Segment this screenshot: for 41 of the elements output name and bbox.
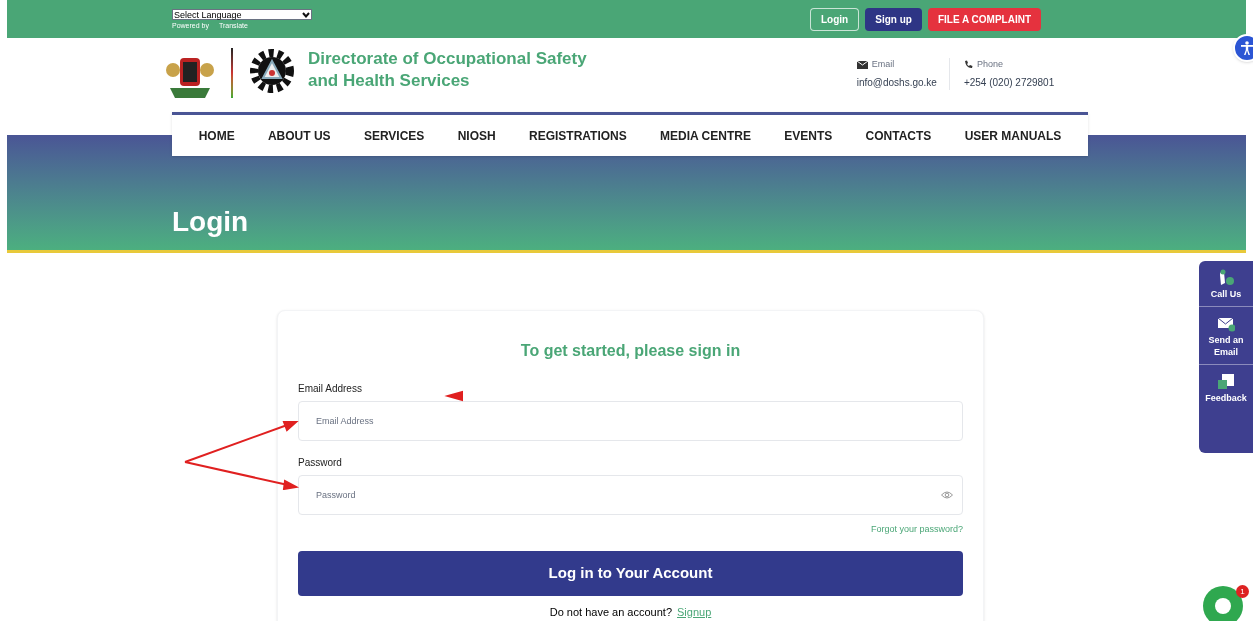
notification-badge: 1 [1236, 585, 1249, 598]
side-panel-item[interactable]: Send an Email [1199, 307, 1253, 365]
envelope-icon [856, 60, 868, 69]
nav-link[interactable]: REGISTRATIONS [529, 126, 627, 145]
phone-icon [963, 60, 973, 70]
field-label: Email Address [298, 382, 363, 396]
signup-button[interactable]: Sign up [865, 7, 922, 31]
side-panel-item[interactable]: Call Us [1199, 261, 1253, 307]
email-label: Email [871, 58, 895, 71]
hand-phone-icon [1217, 269, 1235, 286]
password-field[interactable]: Password [298, 475, 963, 515]
field-label: Password [298, 456, 343, 470]
accessibility-button[interactable] [1233, 34, 1253, 62]
feedback-icon [1217, 373, 1235, 390]
nav-link[interactable]: NIOSH [457, 126, 496, 145]
accessibility-icon [1241, 41, 1253, 55]
gear-logo-icon [249, 48, 295, 94]
chat-button[interactable] [1203, 586, 1243, 621]
phone-number: +254 (020) 2729801 [963, 75, 1055, 90]
form-heading: To get started, please sign in [519, 341, 742, 361]
no-account-text: Do not have an account? [549, 604, 672, 620]
nav-link[interactable]: ABOUT US [267, 126, 331, 145]
organization-title: and Health Services [308, 70, 471, 92]
organization-title: Directorate of Occupational Safety [308, 48, 587, 70]
phone-label: Phone [976, 58, 1003, 71]
nav-link[interactable]: CONTACTS [865, 126, 932, 145]
nav-link[interactable]: MEDIA CENTRE [660, 126, 751, 145]
page-title: Login [172, 205, 249, 239]
email-field[interactable]: Email Address [298, 401, 963, 441]
dropdown-caret-icon [302, 11, 310, 18]
nav-link[interactable]: SERVICES [363, 126, 425, 145]
nav-link[interactable]: HOME [198, 126, 235, 145]
login-button[interactable]: Log in to Your Account [298, 550, 963, 596]
nav-link[interactable]: EVENTS [784, 126, 833, 145]
language-select[interactable]: Select Language [172, 8, 312, 20]
email-address: info@doshs.go.ke [856, 75, 937, 90]
side-panel-item[interactable]: Feedback [1199, 365, 1253, 410]
complaint-button[interactable]: FILE A COMPLAINT [927, 7, 1042, 31]
nav-link[interactable]: USER MANUALS [964, 126, 1062, 145]
eye-icon[interactable] [941, 491, 953, 499]
envelope-icon [1217, 315, 1235, 332]
